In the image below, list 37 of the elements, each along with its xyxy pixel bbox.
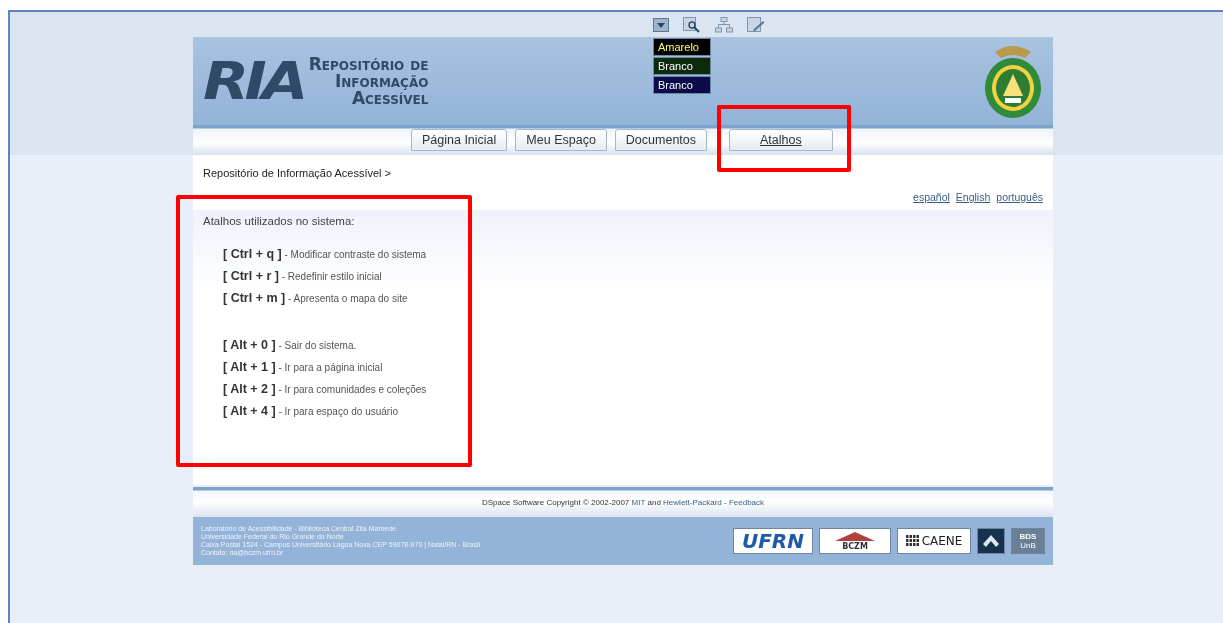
copyright-text: DSpace Software Copyright © 2002-2007 bbox=[481, 497, 631, 507]
language-link[interactable]: português bbox=[996, 191, 1043, 203]
footer-link[interactable]: Hewlett-Packard bbox=[663, 497, 722, 507]
dropdown-icon[interactable] bbox=[653, 17, 669, 32]
contrast-option[interactable]: Branco bbox=[653, 57, 711, 75]
chevron-logo-icon[interactable] bbox=[977, 528, 1005, 554]
shortcut-item: [ Ctrl + r ] - Redefinir estilo inicial bbox=[223, 269, 383, 283]
magnifier-icon[interactable] bbox=[683, 16, 701, 33]
edit-icon[interactable] bbox=[747, 16, 765, 33]
copyright-text: and bbox=[646, 497, 662, 507]
bczm-logo[interactable]: BCZM bbox=[819, 528, 891, 554]
logo-title-line: Repositório de bbox=[308, 55, 429, 73]
contrast-option[interactable]: Branco bbox=[653, 76, 711, 94]
shortcut-item: [ Alt + 4 ] - Ir para espaço do usuário bbox=[223, 404, 399, 418]
nav-tab[interactable]: Documentos bbox=[614, 129, 708, 151]
shortcut-item: [ Alt + 2 ] - Ir para comunidades e coleções bbox=[223, 382, 428, 396]
nav-tab[interactable]: Atalhos bbox=[729, 129, 833, 151]
section-title: Atalhos utilizados no sistema: bbox=[203, 215, 356, 227]
ufrn-logo[interactable]: UFRN bbox=[733, 528, 813, 554]
footer-link[interactable]: Feedback bbox=[728, 497, 765, 507]
shortcut-item: [ Alt + 1 ] - Ir para a página inicial bbox=[223, 360, 384, 374]
shortcut-item: [ Alt + 0 ] - Sair do sistema. bbox=[223, 338, 358, 352]
nav-tab[interactable]: Página Inicial bbox=[411, 129, 508, 151]
logo-title-line: Informação bbox=[334, 72, 429, 90]
shortcut-item: [ Ctrl + q ] - Modificar contraste do sistema bbox=[223, 247, 428, 261]
contrast-option[interactable]: Amarelo bbox=[653, 38, 711, 56]
breadcrumb-link[interactable]: Repositório de Informação Acessível > bbox=[203, 167, 1043, 179]
shortcut-item: [ Ctrl + m ] - Apresenta o mapa do site bbox=[223, 291, 409, 305]
language-link[interactable]: English bbox=[955, 191, 991, 203]
footer-link[interactable]: MIT bbox=[631, 497, 646, 507]
nav-tab[interactable]: Meu Espaço bbox=[515, 129, 607, 151]
bds-logo[interactable]: BDS UnB bbox=[1011, 528, 1045, 554]
copyright-text: - bbox=[723, 497, 728, 507]
language-link[interactable]: español bbox=[913, 191, 950, 203]
logo-title-line: Acessível bbox=[351, 89, 429, 107]
caene-logo[interactable]: CAENE bbox=[897, 528, 971, 554]
logo-mark: RIA bbox=[203, 55, 304, 107]
